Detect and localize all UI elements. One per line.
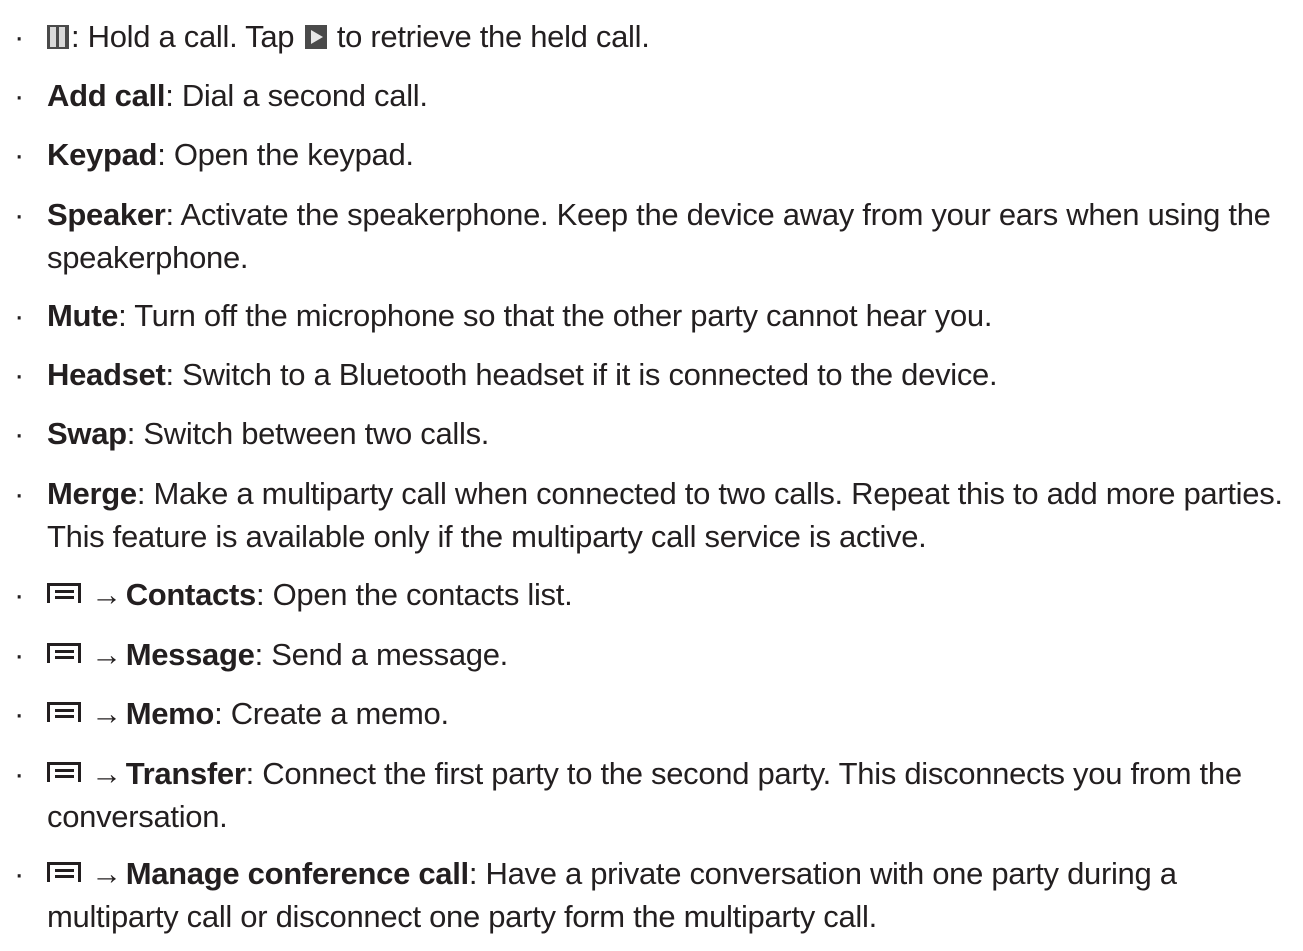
item-label: Headset [47,357,166,392]
item-label: Contacts [125,577,257,612]
item-text: : Turn off the microphone so that the ot… [118,298,993,333]
bullet: · [14,357,25,392]
item-content: → Transfer: Connect the first party to th… [47,752,1301,838]
item-content: → Memo: Create a memo. [47,692,1301,735]
item-text-2: to retrieve the held call. [328,19,650,54]
bullet: · [14,856,25,891]
item-content: → Contacts: Open the contacts list. [47,573,1301,616]
item-label: Message [125,637,255,672]
item-content: : Hold a call. Tap to retrieve the held … [47,15,1301,58]
item-label: Add call [47,78,166,113]
menu-icon [47,862,81,882]
item-label: Keypad [47,137,158,172]
item-label: Transfer [125,756,246,791]
bullet: · [14,696,25,731]
item-text: : Switch between two calls. [126,416,490,451]
item-text: : Switch to a Bluetooth headset if it is… [165,357,998,392]
arrow-icon: → [91,577,122,612]
item-label: Manage conference call [125,856,469,891]
item-text: : Open the contacts list. [255,577,573,612]
item-content: Merge: Make a multiparty call when conne… [47,472,1301,558]
menu-icon [47,583,81,603]
item-text: : Send a message. [254,637,509,672]
item-text: : Dial a second call. [165,78,428,113]
menu-icon [47,643,81,663]
arrow-icon: → [91,696,122,731]
menu-icon [47,702,81,722]
item-content: Keypad: Open the keypad. [47,133,1301,176]
menu-icon [47,762,81,782]
item-text: : Hold a call. Tap [71,19,303,54]
arrow-icon: → [91,756,122,791]
bullet: · [14,137,25,172]
arrow-icon: → [91,856,122,891]
item-content: Mute: Turn off the microphone so that th… [47,294,1301,337]
item-content: Swap: Switch between two calls. [47,412,1301,455]
arrow-icon: → [91,637,122,672]
item-content: Headset: Switch to a Bluetooth headset i… [47,353,1301,396]
item-text: : Make a multiparty call when connected … [47,476,1283,554]
bullet: · [14,416,25,451]
item-label: Swap [47,416,127,451]
bullet: · [14,78,25,113]
item-text: : Activate the speakerphone. Keep the de… [47,197,1271,275]
item-content: → Message: Send a message. [47,633,1301,676]
item-label: Memo [125,696,215,731]
item-text: : Open the keypad. [157,137,414,172]
bullet: · [14,577,25,612]
play-icon [304,25,327,49]
item-content: Add call: Dial a second call. [47,74,1301,117]
bullet: · [14,637,25,672]
bullet: · [14,298,25,333]
bullet: · [14,197,25,232]
item-label: Merge [47,476,137,511]
item-label: Speaker [47,197,166,232]
bullet: · [14,476,25,511]
item-label: Mute [47,298,119,333]
item-content: Speaker: Activate the speakerphone. Keep… [47,193,1301,279]
bullet: · [14,19,25,54]
item-content: → Manage conference call: Have a private … [47,852,1301,938]
bullet: · [14,756,25,791]
pause-icon [47,25,69,49]
item-text: : Create a memo. [214,696,449,731]
